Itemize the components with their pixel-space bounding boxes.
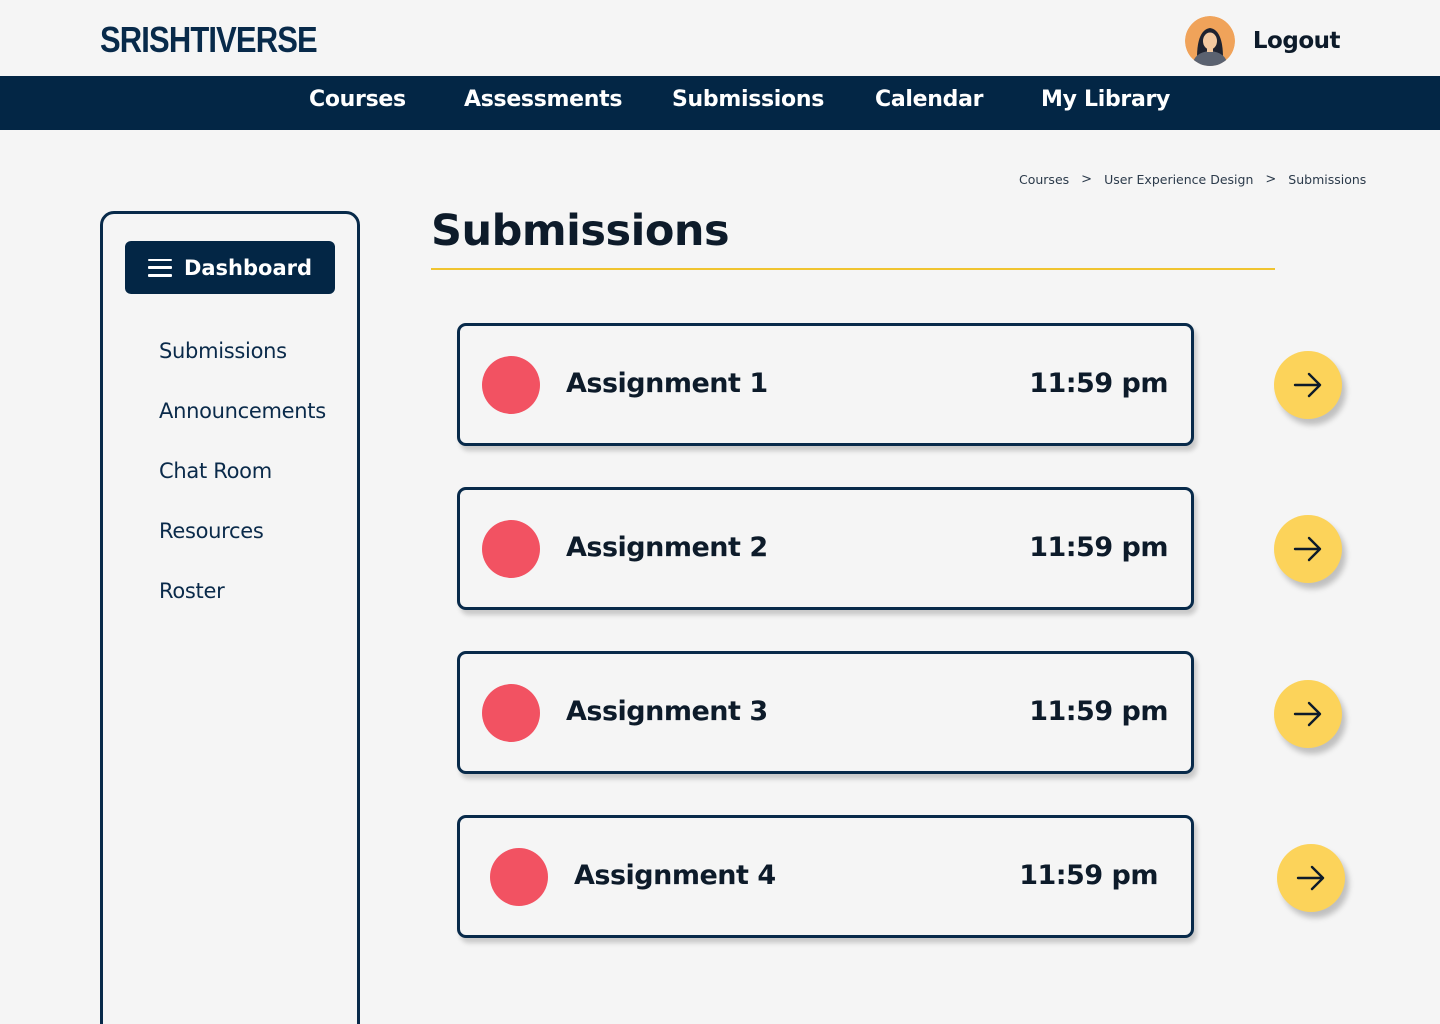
breadcrumb-current: Submissions bbox=[1288, 172, 1367, 187]
user-avatar-icon[interactable] bbox=[1184, 16, 1235, 66]
assignment-card[interactable]: Assignment 2 11:59 pm bbox=[457, 487, 1194, 610]
status-dot-icon bbox=[482, 520, 540, 578]
arrow-right-icon bbox=[1296, 865, 1325, 891]
arrow-right-icon bbox=[1293, 701, 1322, 727]
open-assignment-button[interactable] bbox=[1274, 351, 1342, 419]
logout-button[interactable]: Logout bbox=[1253, 28, 1341, 54]
arrow-right-icon bbox=[1293, 372, 1322, 398]
open-assignment-button[interactable] bbox=[1274, 515, 1342, 583]
assignment-name: Assignment 1 bbox=[566, 368, 768, 399]
arrow-right-icon bbox=[1293, 536, 1322, 562]
assignment-due-time: 11:59 pm bbox=[1019, 860, 1158, 891]
user-area: Logout bbox=[1184, 16, 1341, 66]
sidebar-item-submissions[interactable]: Submissions bbox=[159, 339, 287, 363]
sidebar-item-resources[interactable]: Resources bbox=[159, 519, 264, 543]
status-dot-icon bbox=[482, 356, 540, 414]
assignment-card[interactable]: Assignment 4 11:59 pm bbox=[457, 815, 1194, 938]
open-assignment-button[interactable] bbox=[1277, 844, 1345, 912]
sidebar-item-announcements[interactable]: Announcements bbox=[159, 399, 326, 423]
assignment-card[interactable]: Assignment 1 11:59 pm bbox=[457, 323, 1194, 446]
status-dot-icon bbox=[490, 848, 548, 906]
assignment-name: Assignment 2 bbox=[566, 532, 768, 563]
page-title: Submissions bbox=[431, 206, 730, 256]
assignment-card[interactable]: Assignment 3 11:59 pm bbox=[457, 651, 1194, 774]
breadcrumb-courses[interactable]: Courses bbox=[1019, 172, 1069, 187]
top-bar: SRISHTIVERSE Logout bbox=[0, 0, 1440, 76]
status-dot-icon bbox=[482, 684, 540, 742]
logo[interactable]: SRISHTIVERSE bbox=[100, 20, 318, 60]
open-assignment-button[interactable] bbox=[1274, 680, 1342, 748]
dashboard-button[interactable]: Dashboard bbox=[125, 241, 335, 294]
sidebar: Dashboard Submissions Announcements Chat… bbox=[100, 211, 360, 1024]
sidebar-item-roster[interactable]: Roster bbox=[159, 579, 225, 603]
sidebar-item-chat-room[interactable]: Chat Room bbox=[159, 459, 272, 483]
nav-submissions[interactable]: Submissions bbox=[672, 76, 824, 130]
menu-icon bbox=[147, 258, 172, 277]
nav-courses[interactable]: Courses bbox=[309, 76, 406, 130]
breadcrumb: Courses > User Experience Design > Submi… bbox=[1019, 172, 1366, 187]
dashboard-label: Dashboard bbox=[183, 255, 313, 280]
breadcrumb-course[interactable]: User Experience Design bbox=[1104, 172, 1253, 187]
assignment-name: Assignment 4 bbox=[574, 860, 776, 891]
nav-assessments[interactable]: Assessments bbox=[464, 76, 622, 130]
assignment-due-time: 11:59 pm bbox=[1029, 368, 1168, 399]
assignment-due-time: 11:59 pm bbox=[1029, 532, 1168, 563]
nav-my-library[interactable]: My Library bbox=[1041, 76, 1170, 130]
breadcrumb-separator: > bbox=[1265, 172, 1277, 187]
assignment-due-time: 11:59 pm bbox=[1029, 696, 1168, 727]
assignment-name: Assignment 3 bbox=[566, 696, 768, 727]
main-nav: Courses Assessments Submissions Calendar… bbox=[0, 76, 1440, 130]
breadcrumb-separator: > bbox=[1081, 172, 1093, 187]
title-divider bbox=[431, 268, 1275, 270]
nav-calendar[interactable]: Calendar bbox=[875, 76, 983, 130]
